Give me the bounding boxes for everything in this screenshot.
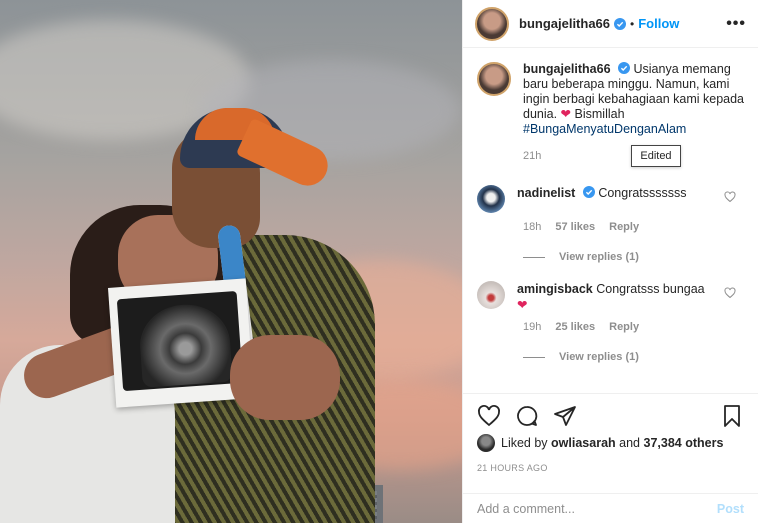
- view-replies-button[interactable]: View replies (1): [523, 251, 744, 263]
- comment-username[interactable]: nadinelist: [517, 186, 575, 200]
- post-sidebar: bungajelitha66 • Follow ••• bungajelitha…: [462, 0, 758, 523]
- comment-text: nadinelist Congratsssssss: [517, 185, 687, 213]
- view-replies-button[interactable]: View replies (1): [523, 351, 744, 363]
- comment-likes[interactable]: 25 likes: [555, 321, 595, 333]
- avatar[interactable]: [477, 281, 505, 309]
- separator-dot: •: [630, 16, 635, 31]
- hashtag-link[interactable]: #BungaMenyatuDenganAlam: [523, 122, 686, 136]
- verified-icon: [614, 17, 627, 30]
- reply-button[interactable]: Reply: [609, 321, 639, 333]
- hand: [230, 335, 340, 420]
- caption-after-heart: Bismillah: [574, 107, 625, 121]
- post-button[interactable]: Post: [717, 502, 744, 516]
- caption-text: bungajelitha66 Usianya memang baru beber…: [523, 62, 744, 137]
- follow-button[interactable]: Follow: [638, 16, 679, 31]
- post-photo[interactable]: [0, 0, 462, 523]
- add-comment-bar: Post: [463, 493, 758, 523]
- heart-icon[interactable]: [724, 287, 736, 299]
- liked-count[interactable]: 37,384 others: [644, 436, 724, 450]
- header-username[interactable]: bungajelitha66: [519, 16, 610, 31]
- comment: nadinelist Congratsssssss: [477, 185, 744, 213]
- share-icon[interactable]: [553, 404, 577, 428]
- caption-meta: 21h Edited: [523, 145, 744, 167]
- comment-meta: 19h 25 likes Reply: [523, 321, 744, 333]
- heart-icon[interactable]: [477, 404, 501, 428]
- liked-user[interactable]: owliasarah: [551, 436, 616, 450]
- comment-meta: 18h 57 likes Reply: [523, 221, 744, 233]
- view-replies-label: View replies (1): [559, 351, 639, 363]
- comment-body: Congratsssssss: [598, 186, 687, 200]
- comment-input[interactable]: [477, 501, 717, 516]
- action-bar: [463, 393, 758, 437]
- liked-prefix: Liked by: [501, 436, 548, 450]
- heart-emoji: ❤: [560, 107, 572, 121]
- post-header: bungajelitha66 • Follow •••: [463, 0, 758, 48]
- comment-time[interactable]: 18h: [523, 221, 541, 233]
- caption-username[interactable]: bungajelitha66: [523, 62, 611, 76]
- avatar[interactable]: [477, 185, 505, 213]
- view-replies-label: View replies (1): [559, 251, 639, 263]
- liked-middle: and: [619, 436, 641, 450]
- ultrasound-image: [116, 291, 243, 392]
- avatar[interactable]: [477, 434, 495, 452]
- heart-emoji: ❤: [517, 298, 528, 312]
- divider-line: [523, 256, 545, 258]
- caption-time[interactable]: 21h: [523, 150, 541, 162]
- comment-time[interactable]: 19h: [523, 321, 541, 333]
- divider-line: [523, 356, 545, 358]
- avatar[interactable]: [477, 62, 511, 96]
- avatar[interactable]: [475, 6, 509, 41]
- comment-username[interactable]: amingisback: [517, 282, 593, 296]
- verified-icon: [618, 62, 631, 74]
- comments-list[interactable]: bungajelitha66 Usianya memang baru beber…: [463, 62, 758, 387]
- more-icon[interactable]: •••: [726, 15, 746, 33]
- comment-icon[interactable]: [515, 404, 539, 428]
- comment: amingisback Congratsss bungaa ❤: [477, 281, 744, 313]
- heart-icon[interactable]: [724, 191, 736, 203]
- edited-tooltip: Edited: [631, 145, 681, 167]
- ultrasound-scan: [137, 301, 233, 388]
- comment-body: Congratsss bungaa: [596, 282, 705, 296]
- likes-line: Liked by owliasarah and 37,384 others: [477, 434, 723, 452]
- post-timestamp[interactable]: 21 HOURS AGO: [477, 463, 548, 473]
- comment-likes[interactable]: 57 likes: [555, 221, 595, 233]
- verified-icon: [582, 186, 595, 198]
- caption: bungajelitha66 Usianya memang baru beber…: [477, 62, 744, 137]
- comment-text: amingisback Congratsss bungaa ❤: [517, 281, 705, 313]
- bookmark-icon[interactable]: [720, 404, 744, 428]
- reply-button[interactable]: Reply: [609, 221, 639, 233]
